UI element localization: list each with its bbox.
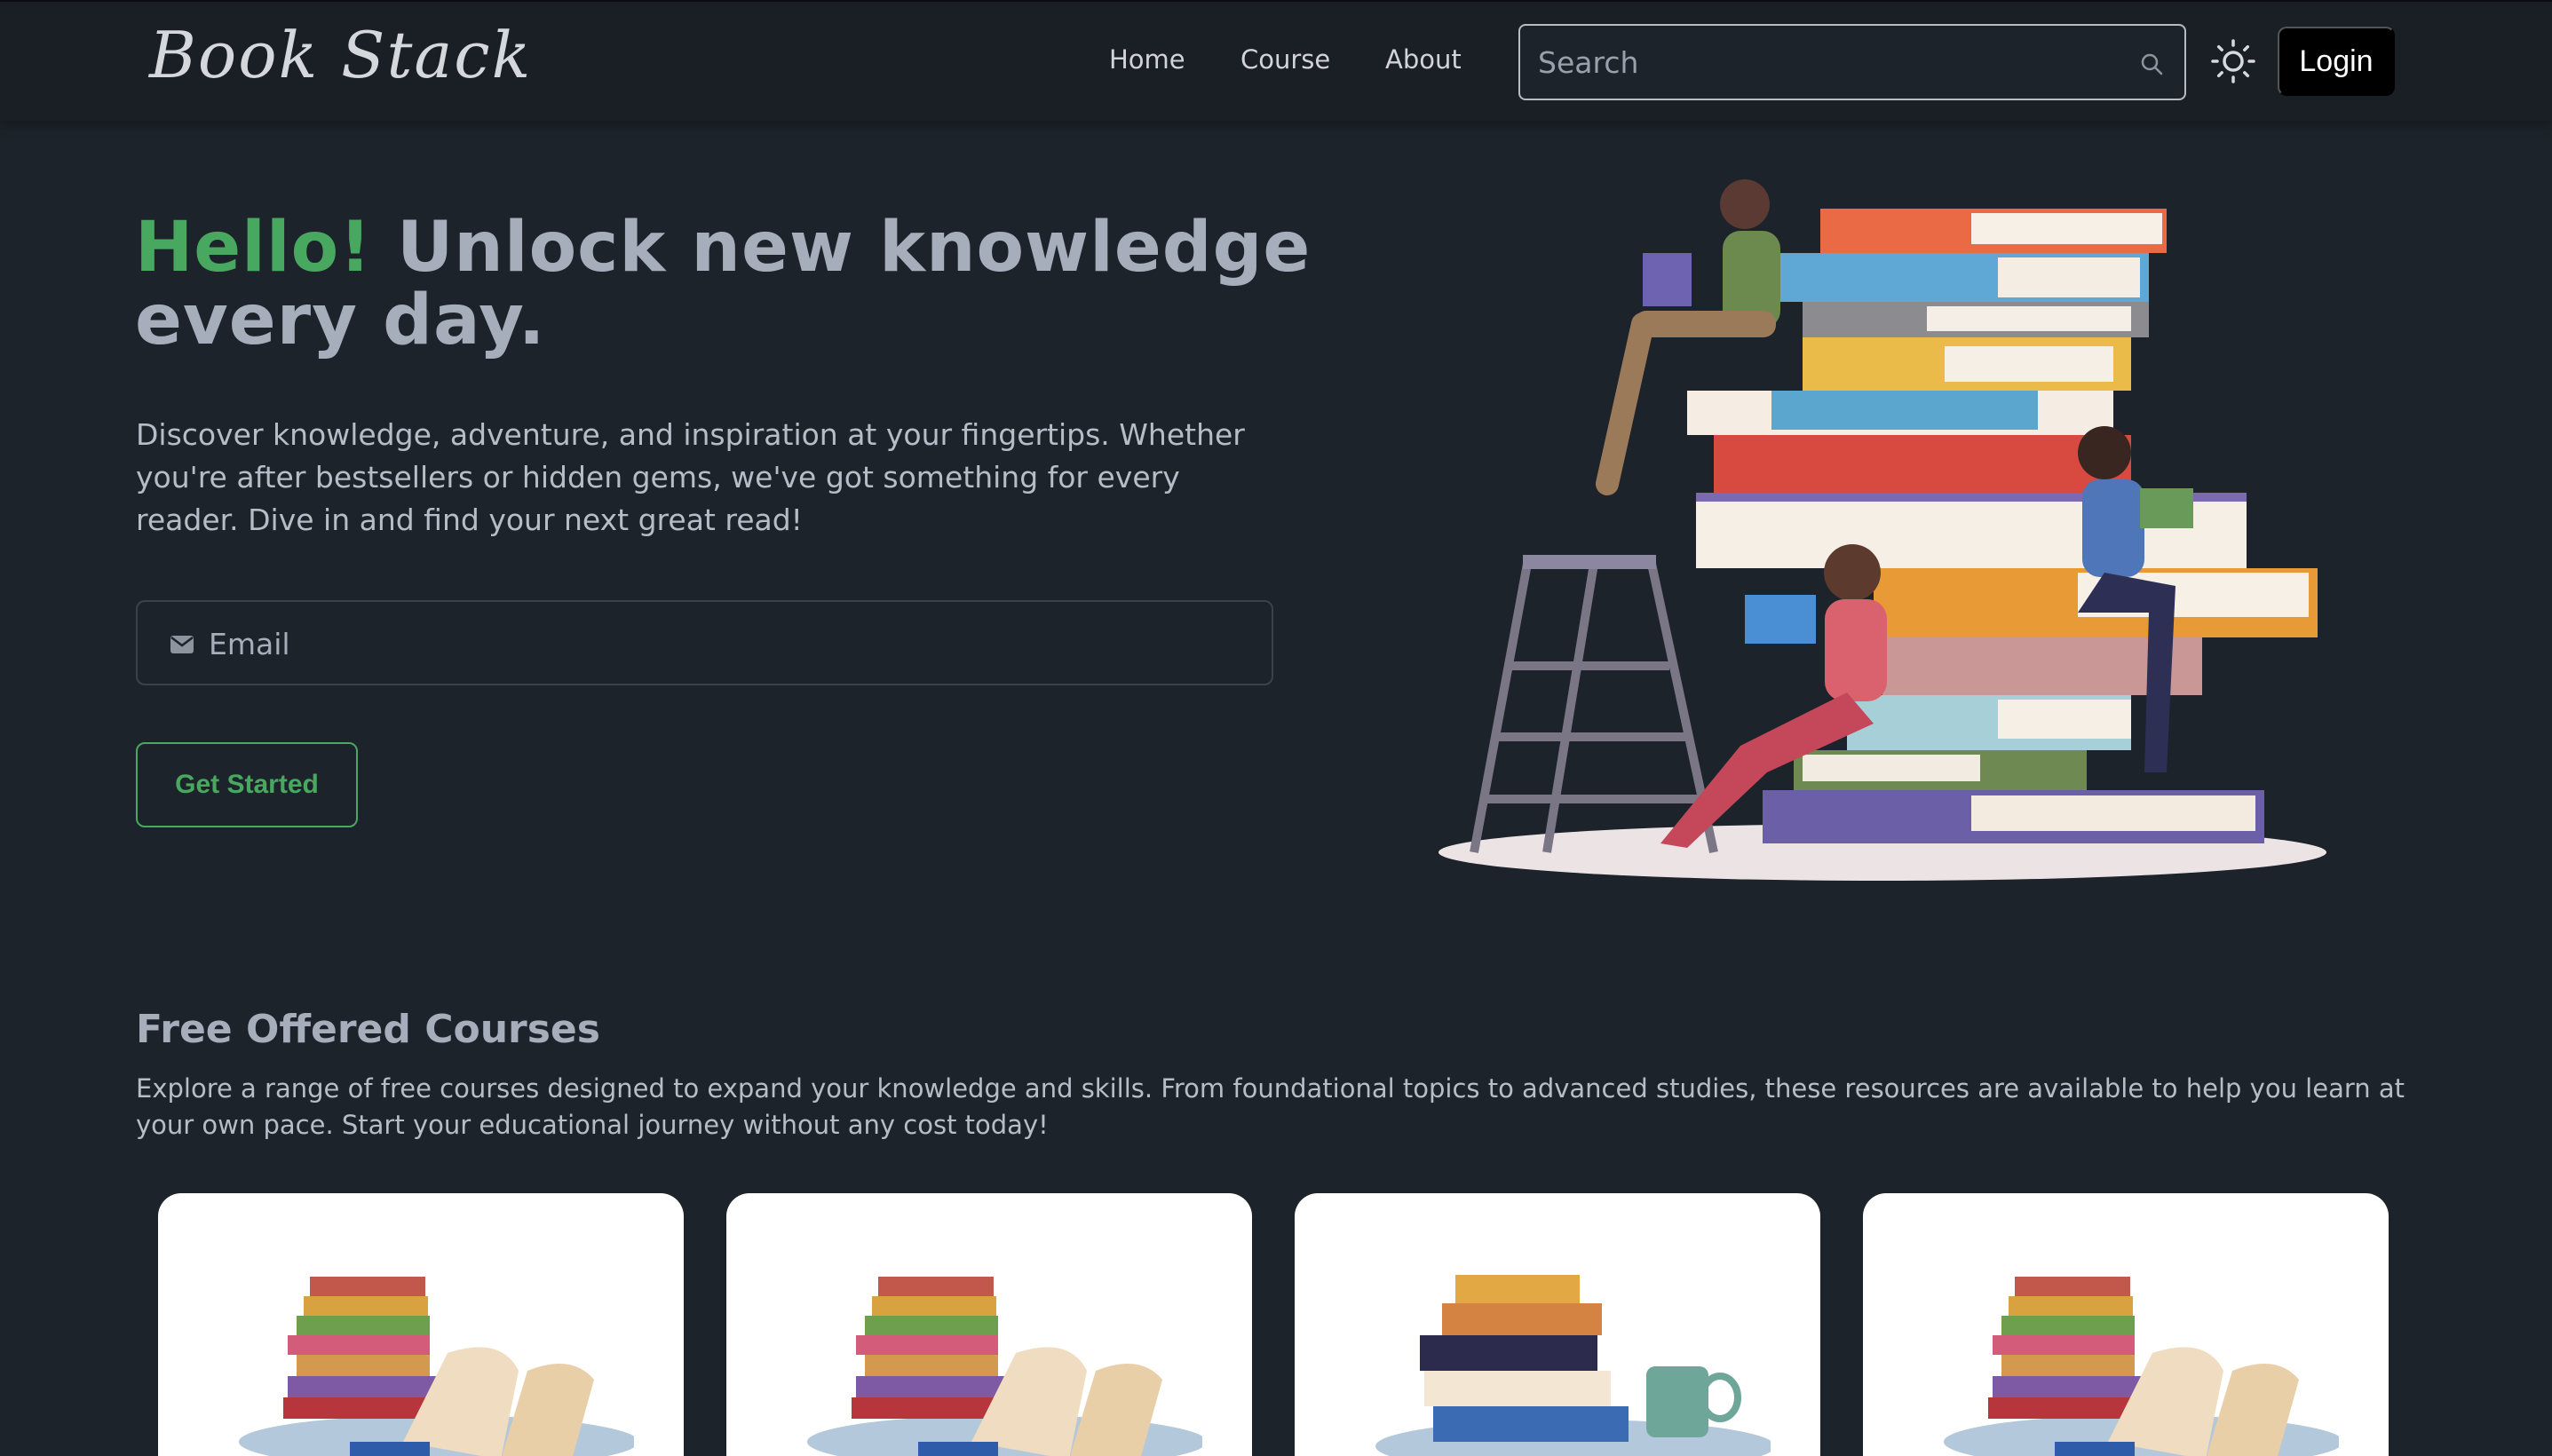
search-input[interactable] [1538,42,2106,83]
email-input[interactable] [209,623,1239,664]
book-stack-image [239,1277,634,1456]
site-logo[interactable]: Book Stack [149,18,532,92]
hero-title-highlight: Hello! [135,208,372,288]
navbar: Book Stack Home Course About Login [0,0,2552,121]
course-card[interactable] [1295,1193,1820,1456]
sun-icon[interactable] [2211,39,2255,83]
nav-link-home[interactable]: Home [1109,44,1185,75]
course-card[interactable] [1863,1193,2389,1456]
search-box [1518,24,2186,100]
mail-icon [170,636,194,653]
book-stack-image [807,1277,1202,1456]
reading-people-on-books-illustration [1438,179,2326,881]
nav-link-about[interactable]: About [1385,44,1462,75]
hero-title: Hello! Unlock new knowledge every day. [135,211,1378,357]
book-stack-mug-image [1375,1275,1771,1456]
course-card[interactable] [158,1193,684,1456]
courses-section-title: Free Offered Courses [136,1007,600,1052]
get-started-button[interactable]: Get Started [136,742,358,827]
book-stack-image [1944,1277,2339,1456]
courses-section-description: Explore a range of free courses designed… [136,1073,2405,1140]
email-field [136,600,1273,685]
hero-description: Discover knowledge, adventure, and inspi… [136,417,1245,537]
course-card[interactable] [726,1193,1252,1456]
nav-link-course[interactable]: Course [1240,44,1330,75]
search-icon[interactable] [2140,52,2163,75]
login-button[interactable]: Login [2278,27,2395,96]
